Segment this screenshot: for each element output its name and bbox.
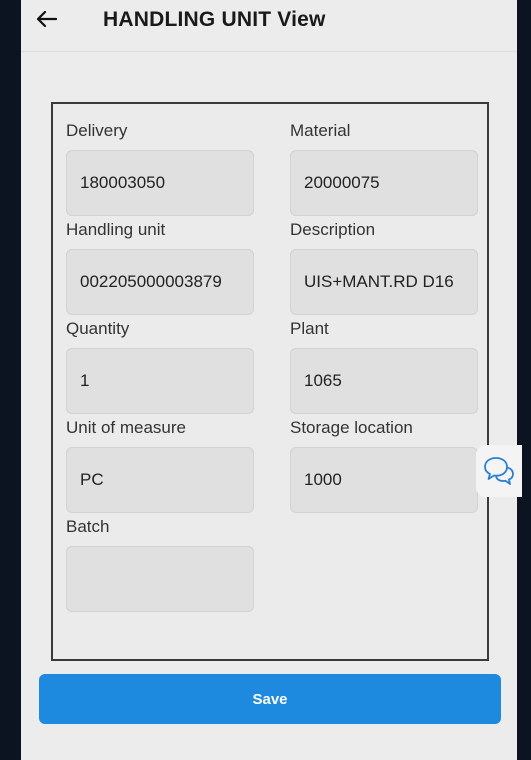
page-title: HANDLING UNIT View [103, 8, 326, 31]
batch-field[interactable] [66, 546, 254, 612]
chat-button[interactable] [476, 445, 522, 497]
delivery-field[interactable]: 180003050 [66, 150, 254, 216]
arrow-left-icon [36, 10, 57, 28]
storage-location-field[interactable]: 1000 [290, 447, 478, 513]
plant-field[interactable]: 1065 [290, 348, 478, 414]
description-field[interactable]: UIS+MANT.RD D16 [290, 249, 478, 315]
details-panel: Delivery 180003050 Material 20000075 Han… [51, 102, 489, 661]
unit-of-measure-label: Unit of measure [66, 418, 186, 437]
screen: HANDLING UNIT View Delivery 180003050 Ma… [21, 0, 522, 760]
chat-bubbles-icon [484, 457, 514, 485]
save-button[interactable]: Save [39, 674, 501, 724]
handling-unit-label: Handling unit [66, 220, 166, 239]
unit-of-measure-field[interactable]: PC [66, 447, 254, 513]
plant-label: Plant [290, 319, 329, 338]
description-label: Description [290, 220, 376, 239]
material-field[interactable]: 20000075 [290, 150, 478, 216]
delivery-label: Delivery [66, 121, 128, 140]
storage-location-label: Storage location [290, 418, 413, 437]
quantity-field[interactable]: 1 [66, 348, 254, 414]
handling-unit-field[interactable]: 002205000003879 [66, 249, 254, 315]
quantity-label: Quantity [66, 319, 130, 338]
batch-label: Batch [66, 517, 110, 536]
back-button[interactable] [33, 6, 59, 32]
material-label: Material [290, 121, 351, 140]
app-header: HANDLING UNIT View [21, 0, 517, 52]
